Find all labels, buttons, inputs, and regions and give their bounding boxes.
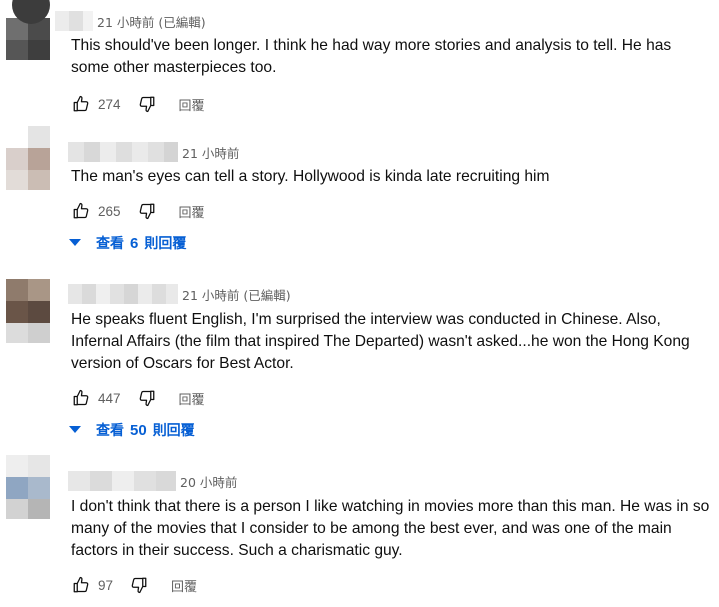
author-name-redacted[interactable] [68, 142, 178, 162]
comment-text: He speaks fluent English, I'm surprised … [71, 311, 690, 372]
author-row: 21 小時前 [68, 142, 239, 162]
comment-timestamp[interactable]: 21 小時前 (已編輯) [182, 285, 291, 304]
view-replies-suffix: 則回覆 [152, 423, 195, 439]
like-count: 447 [98, 390, 121, 406]
thumbs-up-icon[interactable] [71, 94, 91, 114]
avatar[interactable] [6, 455, 50, 519]
like-count: 97 [98, 577, 114, 593]
comment-text: The man's eyes can tell a story. Hollywo… [71, 168, 550, 185]
author-row: 21 小時前 (已編輯) [68, 284, 291, 304]
reply-count: 50 [130, 421, 147, 439]
comment-actions: 97 回覆 [71, 574, 197, 596]
author-name-redacted[interactable] [68, 471, 176, 491]
view-replies-prefix: 查看 [96, 423, 124, 439]
comment-timestamp[interactable]: 21 小時前 (已編輯) [97, 12, 206, 31]
view-replies-button[interactable]: 查看 6 則回覆 [66, 231, 186, 255]
reply-button[interactable]: 回覆 [179, 202, 205, 221]
reply-button[interactable]: 回覆 [179, 95, 205, 114]
thumbs-down-icon[interactable] [137, 388, 157, 408]
view-replies-suffix: 則回覆 [144, 236, 187, 252]
thumbs-down-icon[interactable] [137, 94, 157, 114]
reply-count: 6 [130, 234, 139, 252]
thumbs-up-icon[interactable] [71, 575, 91, 595]
author-name-redacted[interactable] [55, 11, 93, 31]
author-row: 20 小時前 [68, 471, 237, 491]
thumbs-down-icon[interactable] [137, 201, 157, 221]
caret-down-icon [66, 234, 84, 252]
avatar[interactable] [6, 126, 50, 190]
comment-actions: 447 回覆 [71, 387, 205, 409]
author-row: 21 小時前 (已編輯) [55, 11, 206, 31]
avatar[interactable] [6, 279, 50, 343]
thumbs-up-icon[interactable] [71, 388, 91, 408]
reply-button[interactable]: 回覆 [179, 389, 205, 408]
like-count: 265 [98, 203, 121, 219]
reply-button[interactable]: 回覆 [171, 576, 197, 595]
thumbs-up-icon[interactable] [71, 201, 91, 221]
avatar-tile [6, 40, 28, 60]
comment-actions: 274 回覆 [71, 93, 205, 115]
comment-actions: 265 回覆 [71, 200, 205, 222]
view-replies-button[interactable]: 查看 50 則回覆 [66, 418, 195, 442]
caret-down-icon [66, 421, 84, 439]
author-name-redacted[interactable] [68, 284, 178, 304]
view-replies-prefix: 查看 [96, 236, 124, 252]
avatar-tile [28, 40, 50, 60]
comment-text: I don't think that there is a person I l… [71, 498, 710, 559]
comment-text: This should've been longer. I think he h… [71, 37, 672, 76]
like-count: 274 [98, 96, 121, 112]
comment-timestamp[interactable]: 20 小時前 [180, 472, 237, 491]
comment-timestamp[interactable]: 21 小時前 [182, 143, 239, 162]
thumbs-down-icon[interactable] [129, 575, 149, 595]
